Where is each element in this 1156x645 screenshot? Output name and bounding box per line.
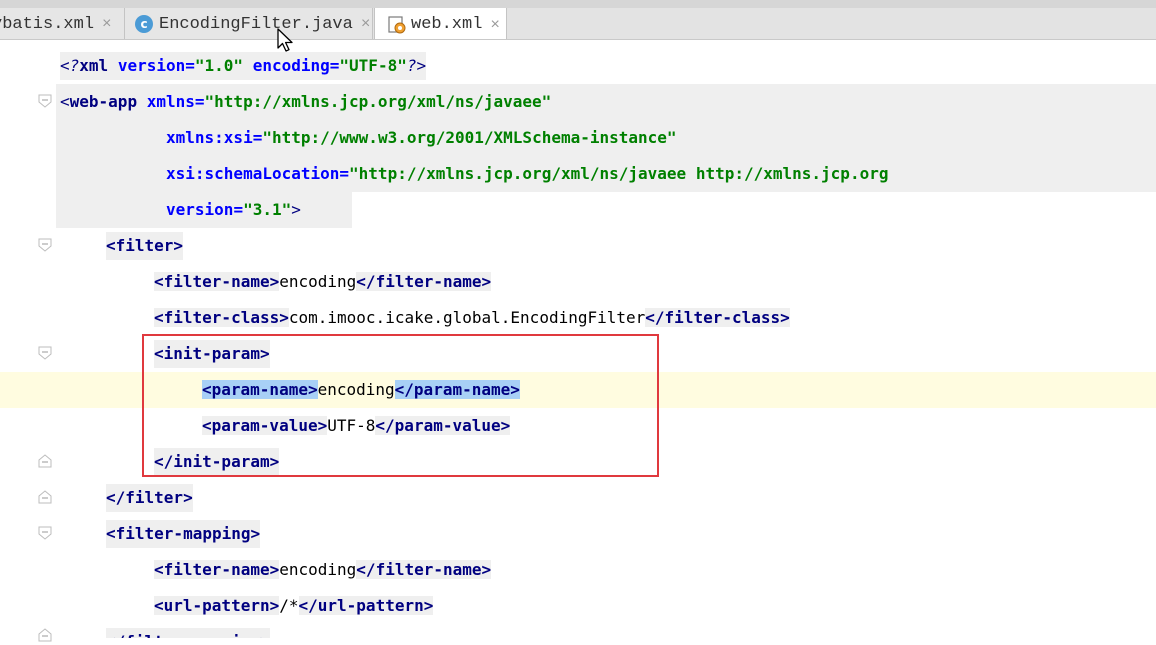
tab-label: EncodingFilter.java bbox=[159, 14, 353, 34]
tab-label: web.xml bbox=[411, 15, 483, 34]
code-line-7: <filter-name>encoding</filter-name> bbox=[154, 272, 492, 291]
code-line-9: <init-param> bbox=[0, 336, 1156, 372]
code-line-15: <filter-name>encoding</filter-name> bbox=[154, 560, 492, 579]
code-line-10: <param-name>encoding</param-name> bbox=[202, 380, 520, 399]
tab-mybatis-xml[interactable]: ybatis.xml × bbox=[0, 8, 125, 39]
tab-label: ybatis.xml bbox=[0, 14, 95, 34]
code-line-14: <filter-mapping> bbox=[0, 516, 1156, 552]
code-line-2: <web-app xmlns="http://xmlns.jcp.org/xml… bbox=[60, 92, 552, 111]
code-line-16: <url-pattern>/*</url-pattern> bbox=[154, 596, 434, 615]
code-line-5: version="3.1"> bbox=[166, 200, 301, 219]
java-class-icon: c bbox=[135, 15, 153, 33]
code-line-4: xsi:schemaLocation="http://xmlns.jcp.org… bbox=[166, 164, 889, 183]
code-line-13: </filter> bbox=[0, 480, 1156, 516]
code-line-1: <?xml version="1.0" encoding="UTF-8"?> bbox=[0, 48, 1156, 84]
tab-encodingfilter-java[interactable]: c EncodingFilter.java × bbox=[125, 8, 373, 39]
close-icon[interactable]: × bbox=[102, 15, 112, 33]
code-line-12: </init-param> bbox=[0, 444, 1156, 480]
code-line-11: <param-value>UTF-8</param-value> bbox=[202, 416, 511, 435]
matched-tag-highlight: </param-name> bbox=[394, 380, 520, 399]
code-line-3: xmlns:xsi="http://www.w3.org/2001/XMLSch… bbox=[166, 128, 677, 147]
close-icon[interactable]: × bbox=[361, 15, 371, 33]
code-line-17: </filter-mapping> bbox=[0, 624, 1156, 638]
matched-tag-highlight: <param-name> bbox=[202, 380, 318, 399]
tab-web-xml[interactable]: web.xml × bbox=[374, 8, 507, 39]
close-icon[interactable]: × bbox=[490, 16, 500, 34]
xml-file-icon bbox=[387, 15, 407, 35]
code-line-6: <filter> bbox=[0, 228, 1156, 264]
code-line-8: <filter-class>com.imooc.icake.global.Enc… bbox=[154, 308, 790, 327]
editor-tab-bar: ybatis.xml × c EncodingFilter.java × web… bbox=[0, 0, 1156, 40]
